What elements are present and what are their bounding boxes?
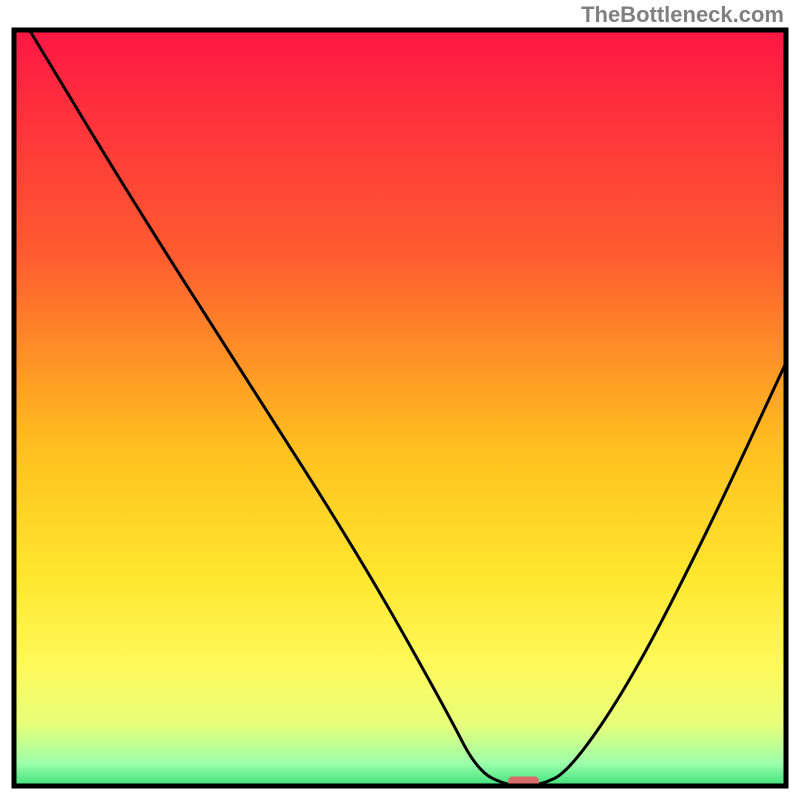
plot-background <box>14 30 786 786</box>
watermark-text: TheBottleneck.com <box>581 2 784 28</box>
chart-container: TheBottleneck.com <box>0 0 800 800</box>
bottleneck-chart <box>0 0 800 800</box>
